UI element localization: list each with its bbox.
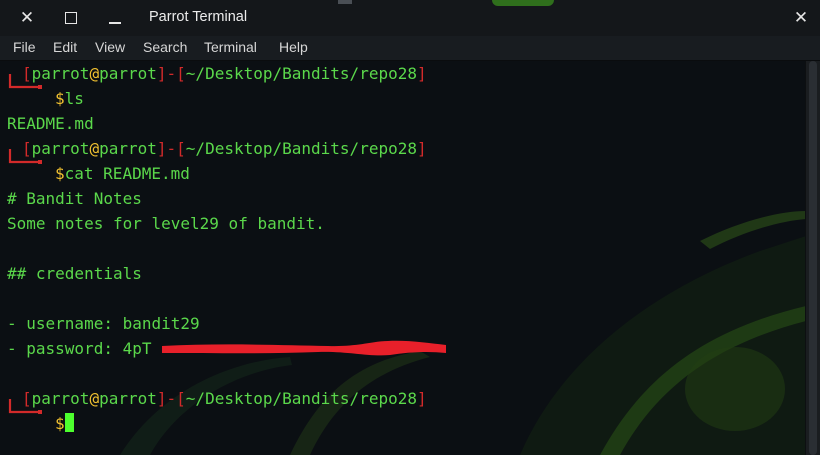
prompt-dollar: $ [55, 164, 65, 183]
menu-edit[interactable]: Edit [53, 39, 77, 55]
terminal-window: ✕ Parrot Terminal ✕ File Edit View Searc… [0, 0, 820, 455]
prompt-elbow-icon [8, 399, 42, 414]
menu-terminal[interactable]: Terminal [204, 39, 257, 55]
output-line: README.md [7, 114, 94, 133]
scrollbar[interactable] [805, 61, 820, 455]
output-line: ## credentials [7, 264, 142, 283]
minimize-icon[interactable] [104, 7, 126, 29]
command-text: cat README.md [64, 164, 190, 183]
prompt-bracket: ] [156, 139, 167, 158]
prompt-dollar: $ [55, 89, 65, 108]
terminal-cursor [64, 413, 74, 432]
close-icon[interactable]: ✕ [790, 7, 812, 29]
prompt-dash: - [166, 389, 177, 408]
prompt-at: @ [89, 64, 100, 83]
prompt-bracket: ] [416, 139, 427, 158]
output-line: - password: 4pT [7, 339, 152, 358]
command-line: $cat README.md [55, 161, 190, 186]
prompt-host: parrot [99, 139, 157, 158]
prompt-at: @ [89, 389, 100, 408]
prompt-bracket: ] [156, 64, 167, 83]
menu-help[interactable]: Help [279, 39, 308, 55]
prompt-path: ~/Desktop/Bandits/repo28 [185, 139, 417, 158]
prompt-bracket: ] [416, 389, 427, 408]
prompt-bracket: [ [176, 139, 186, 158]
titlebar-decoration [338, 0, 352, 4]
command-line: $ [55, 411, 74, 436]
prompt-path: ~/Desktop/Bandits/repo28 [185, 389, 417, 408]
close-icon[interactable]: ✕ [16, 7, 38, 29]
command-text: ls [64, 89, 84, 108]
maximize-icon[interactable] [60, 7, 82, 29]
command-line: $ls [55, 86, 84, 111]
terminal-area[interactable]: [parrot@parrot]-[~/Desktop/Bandits/repo2… [0, 61, 806, 455]
prompt-line: [parrot@parrot]-[~/Desktop/Bandits/repo2… [7, 136, 427, 161]
prompt-dash: - [166, 64, 177, 83]
output-line: Some notes for level29 of bandit. [7, 214, 325, 233]
window-title: Parrot Terminal [149, 9, 248, 25]
output-line: # Bandit Notes [7, 189, 142, 208]
prompt-dollar: $ [55, 414, 65, 433]
prompt-bracket: [ [176, 389, 186, 408]
menu-bar: File Edit View Search Terminal Help [0, 36, 820, 61]
titlebar-decoration [492, 0, 554, 6]
prompt-line: [parrot@parrot]-[~/Desktop/Bandits/repo2… [7, 386, 427, 411]
menu-view[interactable]: View [95, 39, 125, 55]
prompt-host: parrot [99, 64, 157, 83]
output-line: - username: bandit29 [7, 314, 200, 333]
redaction-scribble [162, 340, 446, 356]
prompt-host: parrot [99, 389, 157, 408]
menu-file[interactable]: File [13, 39, 36, 55]
prompt-elbow-icon [8, 149, 42, 164]
prompt-bracket: ] [416, 64, 427, 83]
menu-search[interactable]: Search [143, 39, 187, 55]
prompt-bracket: ] [156, 389, 167, 408]
title-bar[interactable]: ✕ Parrot Terminal ✕ [0, 0, 820, 36]
prompt-path: ~/Desktop/Bandits/repo28 [185, 64, 417, 83]
scrollbar-thumb[interactable] [809, 61, 817, 455]
prompt-bracket: [ [176, 64, 186, 83]
prompt-dash: - [166, 139, 177, 158]
prompt-line: [parrot@parrot]-[~/Desktop/Bandits/repo2… [7, 61, 427, 86]
prompt-at: @ [89, 139, 100, 158]
prompt-elbow-icon [8, 74, 42, 89]
